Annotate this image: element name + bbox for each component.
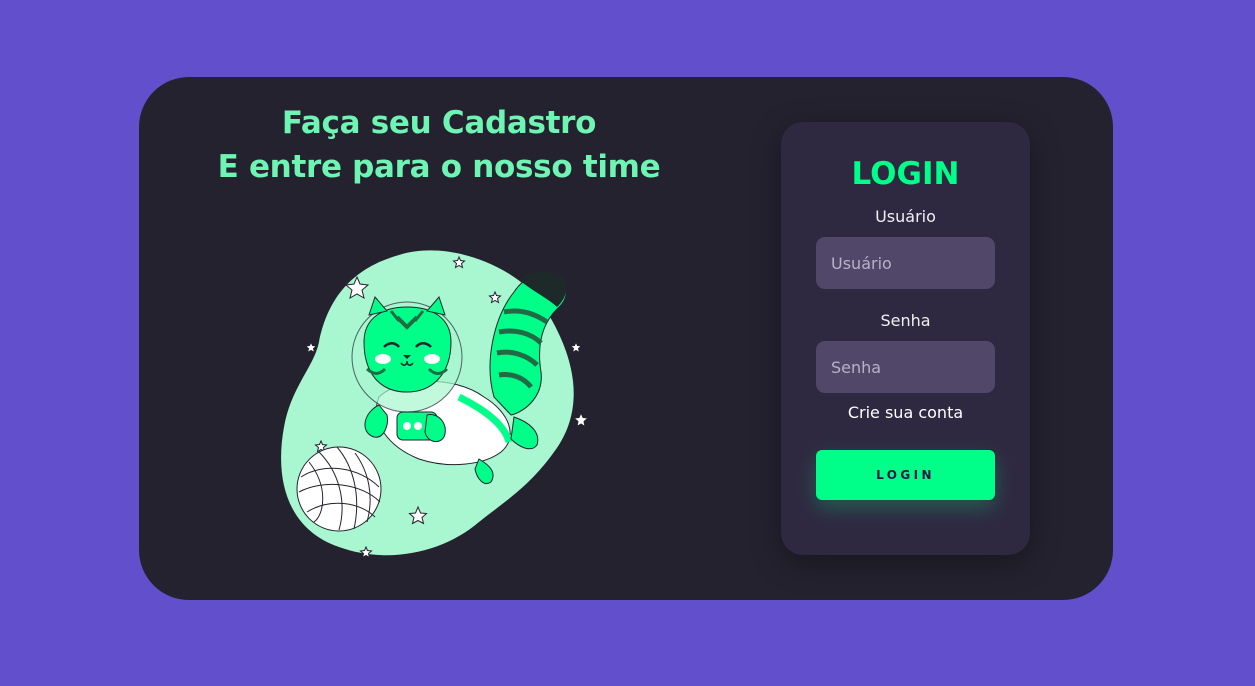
astronaut-cat-illustration [281,250,590,559]
username-input[interactable] [816,237,995,289]
hero-headline: Faça seu Cadastro E entre para o nosso t… [209,101,669,189]
yarn-ball-icon [296,446,382,532]
hero-line-1: Faça seu Cadastro [281,105,597,141]
star-icon [569,340,583,354]
password-input[interactable] [816,341,995,393]
signup-link[interactable]: Crie sua conta [781,402,1030,424]
username-label: Usuário [875,207,936,226]
login-button[interactable]: LOGIN [816,450,995,500]
main-card: Faça seu Cadastro E entre para o nosso t… [139,77,1113,600]
star-icon [572,411,590,428]
login-panel: LOGIN Usuário Senha Crie sua conta LOGIN [781,122,1030,555]
password-label: Senha [880,311,931,330]
login-title: LOGIN [851,156,960,192]
hero-line-2: E entre para o nosso time [217,149,661,185]
star-icon [304,340,318,354]
